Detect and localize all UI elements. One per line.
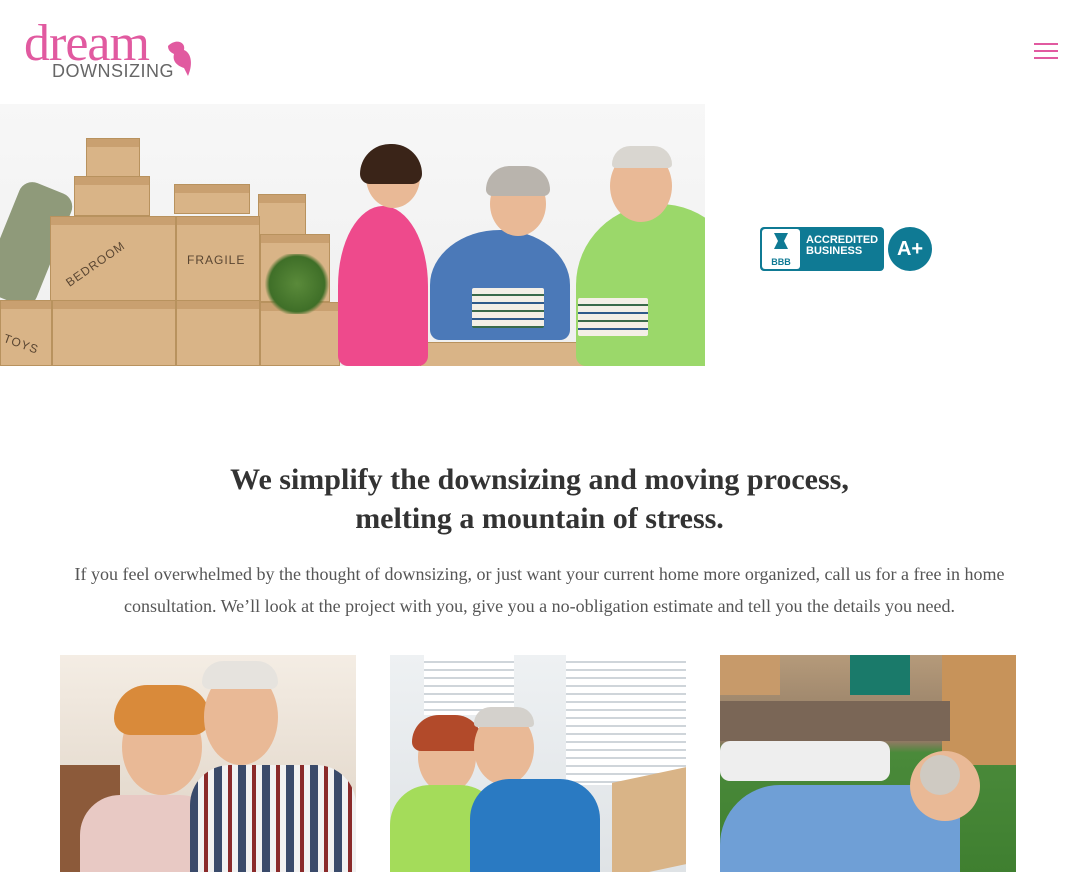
bird-icon bbox=[168, 41, 191, 76]
bbb-seal: BBB ACCREDITED BUSINESS bbox=[760, 227, 884, 271]
box-label: FRAGILE bbox=[187, 253, 246, 267]
hero-banner: BEDROOM FRAGILE TOYS BBB ACCREDITED BUSI… bbox=[0, 104, 1079, 366]
headline-line-1: We simplify the downsizing and moving pr… bbox=[230, 463, 849, 496]
logo-subtitle: DOWNSIZING bbox=[52, 61, 174, 81]
bbb-logo-text: BBB bbox=[771, 257, 791, 267]
photo-card-couple-celebrating bbox=[390, 655, 686, 872]
bbb-accreditation-badge[interactable]: BBB ACCREDITED BUSINESS A+ bbox=[760, 227, 932, 273]
bbb-line-business: BUSINESS bbox=[806, 245, 863, 257]
box-label: BEDROOM bbox=[63, 238, 128, 290]
bbb-torch-icon: BBB bbox=[762, 229, 800, 269]
photo-card-couple-keys bbox=[60, 655, 356, 872]
bbb-grade: A+ bbox=[888, 227, 932, 271]
headline-line-2: melting a mountain of stress. bbox=[355, 502, 724, 535]
site-header: dream DOWNSIZING bbox=[0, 0, 1079, 104]
photo-card-man-relaxing bbox=[720, 655, 1016, 872]
site-logo[interactable]: dream DOWNSIZING bbox=[24, 18, 204, 84]
intro-paragraph: If you feel overwhelmed by the thought o… bbox=[74, 564, 1005, 616]
hero-image: BEDROOM FRAGILE TOYS bbox=[0, 104, 705, 366]
hamburger-menu-icon[interactable] bbox=[1034, 43, 1058, 61]
page-headline: We simplify the downsizing and moving pr… bbox=[0, 460, 1079, 538]
box-label: TOYS bbox=[1, 331, 41, 357]
